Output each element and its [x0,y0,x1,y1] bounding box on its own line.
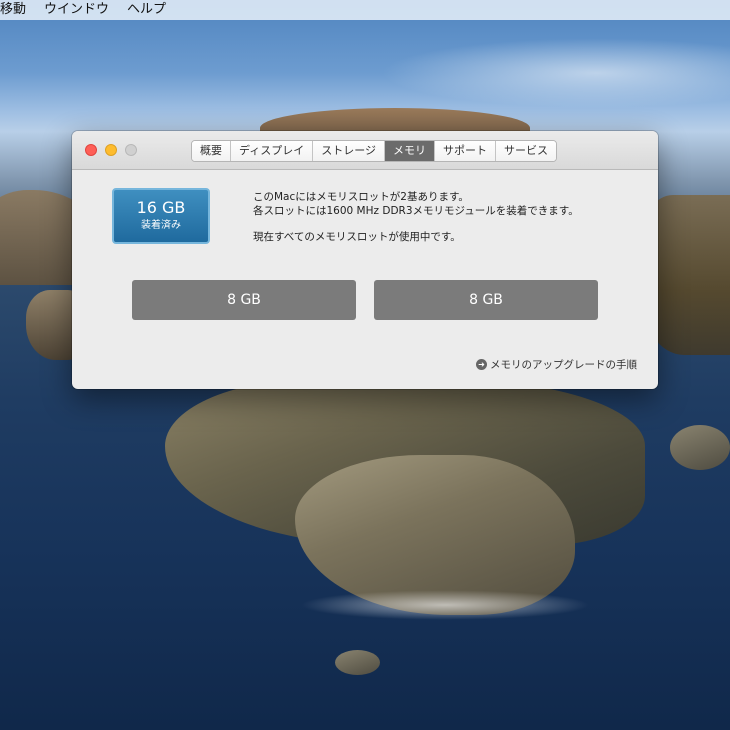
memory-slot-1: 8 GB [132,280,356,320]
wallpaper-cloud [380,38,730,108]
menu-go[interactable]: 移動 [0,0,26,20]
memory-info-line-1: このMacにはメモリスロットが2基あります。 [253,191,469,203]
tab-overview[interactable]: 概要 [192,141,231,161]
total-memory-status: 装着済み [141,220,181,231]
tab-service[interactable]: サービス [496,141,557,161]
memory-upgrade-link[interactable]: ➜ メモリのアップグレードの手順 [476,357,637,372]
total-memory-badge: 16 GB 装着済み [112,188,210,244]
memory-info: このMacにはメモリスロットが2基あります。 各スロットには1600 MHz D… [253,190,579,244]
menu-window[interactable]: ウインドウ [44,0,109,20]
menu-help[interactable]: ヘルプ [127,0,166,20]
menu-bar: 移動 ウインドウ ヘルプ [0,0,730,20]
memory-info-line-3: 現在すべてのメモリスロットが使用中です。 [253,231,461,243]
tab-memory[interactable]: メモリ [385,141,436,161]
minimize-button[interactable] [105,144,117,156]
wallpaper-foam [300,590,590,620]
title-bar: 概要 ディスプレイ ストレージ メモリ サポート サービス [72,131,658,170]
total-memory-size: 16 GB [136,198,186,217]
tab-bar: 概要 ディスプレイ ストレージ メモリ サポート サービス [191,140,558,162]
wallpaper-small-rock [335,650,380,675]
tab-support[interactable]: サポート [435,141,497,161]
memory-slot-2: 8 GB [374,280,598,320]
close-button[interactable] [85,144,97,156]
zoom-button [125,144,137,156]
tab-storage[interactable]: ストレージ [313,141,386,161]
memory-info-line-2: 各スロットには1600 MHz DDR3メモリモジュールを装着できます。 [253,205,579,217]
about-this-mac-window: 概要 ディスプレイ ストレージ メモリ サポート サービス 16 GB 装着済み… [72,131,658,389]
wallpaper-islet [670,425,730,470]
memory-pane: 16 GB 装着済み このMacにはメモリスロットが2基あります。 各スロットに… [72,170,658,389]
arrow-right-circle-icon: ➜ [476,359,487,370]
memory-upgrade-link-label: メモリのアップグレードの手順 [490,359,637,371]
desktop: 移動 ウインドウ ヘルプ 概要 ディスプレイ ストレージ メモリ サポート サー… [0,0,730,730]
tab-displays[interactable]: ディスプレイ [231,141,314,161]
